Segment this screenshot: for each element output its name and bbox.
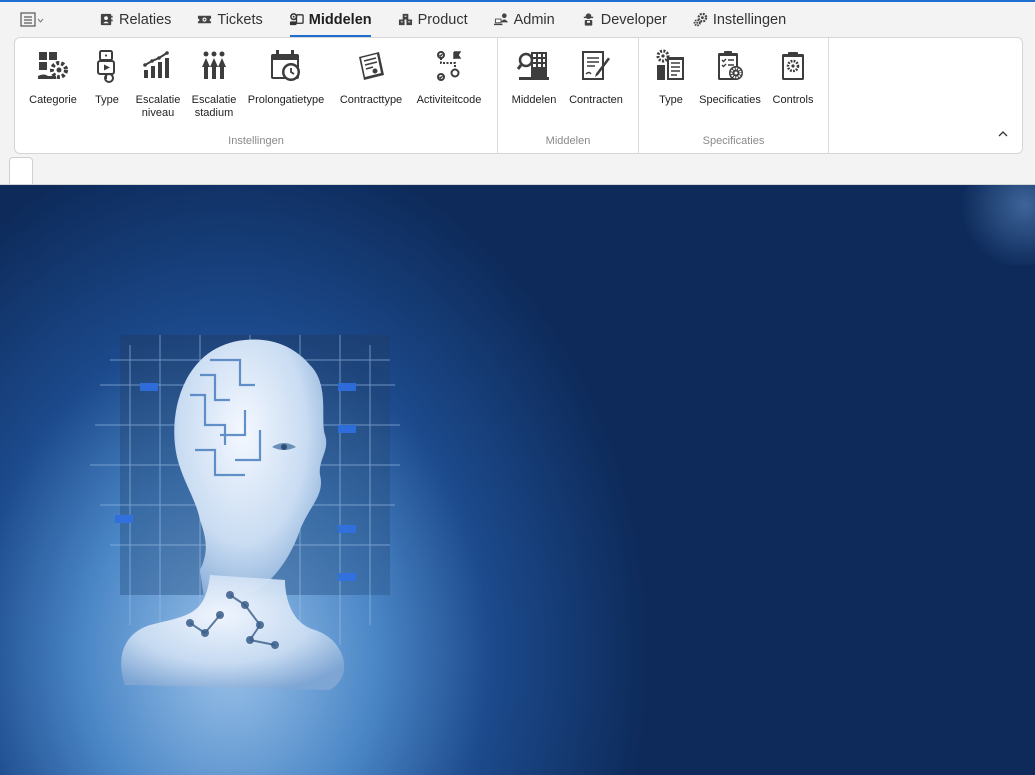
- ribbon-button-label: Contracttype: [339, 94, 403, 106]
- calendar-clock-icon: [271, 50, 300, 81]
- ribbon-button-spec-type[interactable]: Type: [651, 48, 691, 107]
- ribbon-button-label: Escalatie niveau: [135, 94, 181, 119]
- type-icon: [97, 50, 115, 83]
- ribbon-group-middelen: Middelen Contracten Middelen: [498, 38, 639, 153]
- settings-icon: [693, 12, 708, 27]
- ribbon-button-label: Contracten: [569, 94, 623, 106]
- category-gear-icon: [38, 52, 68, 79]
- assets-building-icon: [517, 52, 549, 80]
- tab-label: Instellingen: [712, 11, 787, 28]
- developer-icon: [583, 13, 593, 26]
- ribbon-button-label: Type: [95, 94, 119, 106]
- tab-label: Tickets: [217, 11, 263, 28]
- ticket-icon: [198, 15, 212, 24]
- main-tabs: Relaties Tickets Middelen Product Admin …: [86, 2, 799, 39]
- app-menu-icon: [20, 12, 44, 27]
- assets-icon: [289, 13, 304, 26]
- admin-icon: [493, 13, 508, 26]
- tab-instellingen[interactable]: Instellingen: [680, 2, 799, 37]
- app-window: Relaties Tickets Middelen Product Admin …: [0, 0, 1035, 775]
- ribbon-button-activiteitcode[interactable]: Activiteitcode: [413, 48, 485, 107]
- collapse-ribbon-button[interactable]: [996, 127, 1010, 141]
- contacts-icon: [100, 13, 113, 26]
- ribbon-button-label: Activiteitcode: [416, 94, 482, 106]
- ribbon-button-categorie[interactable]: Categorie: [28, 48, 78, 107]
- ribbon-button-prolongatietype[interactable]: Prolongatietype: [244, 48, 328, 107]
- activity-code-icon: [437, 51, 462, 81]
- ribbon-button-label: Prolongatietype: [247, 94, 325, 106]
- escalation-level-icon: [143, 51, 169, 78]
- ribbon-button-label: Middelen: [511, 94, 557, 106]
- ribbon-button-contracttype[interactable]: Contracttype: [335, 48, 407, 107]
- escalation-stage-icon: [202, 51, 226, 79]
- tab-tickets[interactable]: Tickets: [184, 2, 275, 37]
- ribbon-group-title: Instellingen: [228, 135, 284, 147]
- ribbon-button-label: Specificaties: [699, 94, 761, 106]
- ribbon-button-escalatie-niveau[interactable]: Escalatie niveau: [133, 48, 183, 120]
- ribbon-button-label: Escalatie stadium: [191, 94, 237, 119]
- contract-type-icon: [359, 52, 384, 80]
- ribbon-button-type[interactable]: Type: [87, 48, 127, 107]
- specifications-icon: [718, 51, 743, 80]
- product-icon: [398, 13, 412, 26]
- ribbon-panel: Categorie Type Escalatie niveau Escalati…: [14, 37, 1023, 154]
- ribbon-group-title: Middelen: [545, 135, 591, 147]
- controls-icon: [782, 52, 804, 80]
- ribbon-group-specificaties: Type Specificaties Controls Specificatie…: [639, 38, 829, 153]
- tab-label: Developer: [600, 11, 667, 28]
- tab-developer[interactable]: Developer: [568, 2, 680, 37]
- ai-head-illustration: [90, 335, 400, 690]
- ribbon-button-label: Type: [659, 94, 683, 106]
- ribbon-button-escalatie-stadium[interactable]: Escalatie stadium: [189, 48, 239, 120]
- chevron-up-icon: [998, 131, 1008, 137]
- ribbon-button-controls[interactable]: Controls: [769, 48, 817, 107]
- top-navigation: Relaties Tickets Middelen Product Admin …: [0, 0, 1035, 37]
- background-image: [0, 185, 1035, 775]
- ribbon-group-instellingen: Categorie Type Escalatie niveau Escalati…: [15, 38, 498, 153]
- tab-label: Relaties: [119, 11, 172, 28]
- ribbon-button-middelen[interactable]: Middelen: [510, 48, 558, 107]
- tab-admin[interactable]: Admin: [481, 2, 568, 37]
- tab-label: Product: [417, 11, 468, 28]
- ribbon-button-label: Controls: [772, 94, 814, 106]
- ribbon-button-label: Categorie: [29, 94, 77, 106]
- tab-middelen[interactable]: Middelen: [276, 2, 385, 37]
- tab-relaties[interactable]: Relaties: [86, 2, 184, 37]
- spec-type-icon: [656, 49, 684, 80]
- tab-label: Middelen: [308, 11, 372, 28]
- app-menu-button[interactable]: [20, 11, 44, 29]
- document-tab[interactable]: [9, 157, 33, 184]
- tab-product[interactable]: Product: [385, 2, 481, 37]
- contracts-icon: [582, 51, 610, 80]
- ribbon-group-title: Specificaties: [702, 135, 765, 147]
- tab-label: Admin: [513, 11, 555, 28]
- ribbon-button-contracten[interactable]: Contracten: [566, 48, 626, 107]
- ribbon-button-specificaties[interactable]: Specificaties: [697, 48, 763, 107]
